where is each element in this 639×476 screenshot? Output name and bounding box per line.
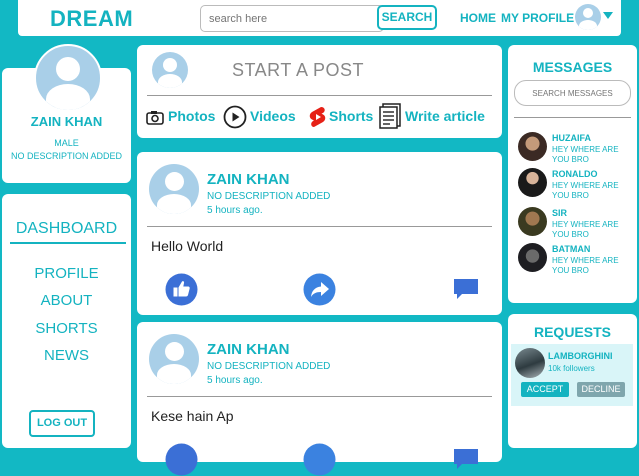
nav-home-link[interactable]: HOME — [460, 11, 496, 25]
like-icon[interactable] — [165, 273, 198, 306]
dashboard-item-profile[interactable]: PROFILE — [2, 265, 131, 282]
dashboard-item-about[interactable]: ABOUT — [2, 292, 131, 309]
messages-card: MESSAGES HUZAIFA HEY WHERE ARE YOU BRO R… — [508, 45, 637, 303]
message-preview: HEY WHERE ARE YOU BRO — [552, 256, 619, 275]
search-input[interactable] — [200, 5, 384, 32]
requester-photo — [515, 348, 545, 378]
dashboard-title: DASHBOARD — [15, 220, 118, 237]
shorts-label: Shorts — [329, 108, 374, 124]
post-composer: START A POST Photos Videos Shorts Write … — [137, 45, 502, 138]
decline-button[interactable]: DECLINE — [577, 382, 625, 397]
app-logo[interactable]: DREAM — [50, 6, 133, 32]
profile-description: NO DESCRIPTION ADDED — [10, 151, 122, 161]
videos-label: Videos — [250, 108, 296, 124]
post-text: Kese hain Ap — [151, 408, 234, 424]
post-author-name[interactable]: ZAIN KHAN — [207, 341, 290, 358]
post-author-avatar[interactable] — [149, 334, 199, 384]
requester-followers: 10k followers — [548, 364, 595, 373]
message-preview: HEY WHERE ARE YOU BRO — [552, 181, 619, 200]
photos-button[interactable]: Photos — [146, 108, 216, 128]
like-icon[interactable] — [165, 443, 198, 476]
post-timestamp: 5 hours ago. — [207, 375, 263, 386]
share-icon[interactable] — [303, 443, 336, 476]
message-preview: HEY WHERE ARE YOU BRO — [552, 145, 619, 164]
message-preview: HEY WHERE ARE YOU BRO — [552, 220, 619, 239]
shorts-icon — [309, 107, 326, 127]
contact-photo — [518, 207, 547, 236]
search-button[interactable]: SEARCH — [377, 5, 437, 30]
search-messages-input[interactable] — [514, 80, 631, 106]
post-card: ZAIN KHAN NO DESCRIPTION ADDED 5 hours a… — [137, 322, 502, 476]
request-item: LAMBORGHINI 10k followers ACCEPT DECLINE — [511, 344, 633, 406]
post-author-description: NO DESCRIPTION ADDED — [207, 361, 331, 372]
post-text: Hello World — [151, 238, 224, 254]
divider — [514, 117, 631, 118]
comment-icon[interactable] — [453, 278, 479, 300]
accept-button[interactable]: ACCEPT — [521, 382, 569, 397]
composer-avatar — [152, 52, 188, 88]
divider — [147, 95, 492, 96]
profile-avatar[interactable] — [34, 44, 102, 112]
requests-card: REQUESTS LAMBORGHINI 10k followers ACCEP… — [508, 314, 637, 448]
post-timestamp: 5 hours ago. — [207, 205, 263, 216]
contact-name: RONALDO — [552, 169, 598, 179]
user-avatar[interactable] — [575, 4, 601, 30]
article-icon — [379, 103, 401, 129]
shorts-button[interactable]: Shorts — [309, 106, 379, 130]
post-card: ZAIN KHAN NO DESCRIPTION ADDED 5 hours a… — [137, 152, 502, 315]
requester-name[interactable]: LAMBORGHINI — [548, 351, 613, 361]
camera-icon — [146, 111, 164, 125]
dashboard-item-shorts[interactable]: SHORTS — [2, 320, 131, 337]
profile-name[interactable]: ZAIN KHAN — [2, 114, 131, 129]
post-author-name[interactable]: ZAIN KHAN — [207, 171, 290, 188]
write-article-label: Write article — [405, 108, 485, 124]
photos-label: Photos — [168, 108, 216, 124]
post-author-description: NO DESCRIPTION ADDED — [207, 191, 331, 202]
contact-name: HUZAIFA — [552, 133, 591, 143]
contact-photo — [518, 243, 547, 272]
profile-gender: MALE — [54, 138, 79, 148]
messages-title: MESSAGES — [532, 59, 613, 75]
comment-icon[interactable] — [453, 448, 479, 470]
dashboard-card: DASHBOARD PROFILE ABOUT SHORTS NEWS LOG … — [2, 194, 131, 448]
top-navbar: DREAM SEARCH HOME MY PROFILE — [18, 0, 621, 36]
start-post-input[interactable]: START A POST — [232, 60, 364, 81]
divider — [10, 242, 126, 244]
contact-photo — [518, 168, 547, 197]
nav-my-profile-link[interactable]: MY PROFILE — [501, 11, 574, 25]
chevron-down-icon[interactable] — [603, 12, 613, 19]
contact-name: SIR — [552, 208, 568, 218]
divider — [147, 226, 492, 227]
dashboard-item-news[interactable]: NEWS — [2, 347, 131, 364]
play-icon — [223, 105, 247, 129]
contact-name: BATMAN — [552, 244, 591, 254]
contact-photo — [518, 132, 547, 161]
post-author-avatar[interactable] — [149, 164, 199, 214]
divider — [147, 396, 492, 397]
requests-title: REQUESTS — [533, 324, 611, 340]
share-icon[interactable] — [303, 273, 336, 306]
write-article-button[interactable]: Write article — [378, 103, 500, 131]
logout-button[interactable]: LOG OUT — [29, 410, 95, 437]
videos-button[interactable]: Videos — [223, 104, 303, 130]
